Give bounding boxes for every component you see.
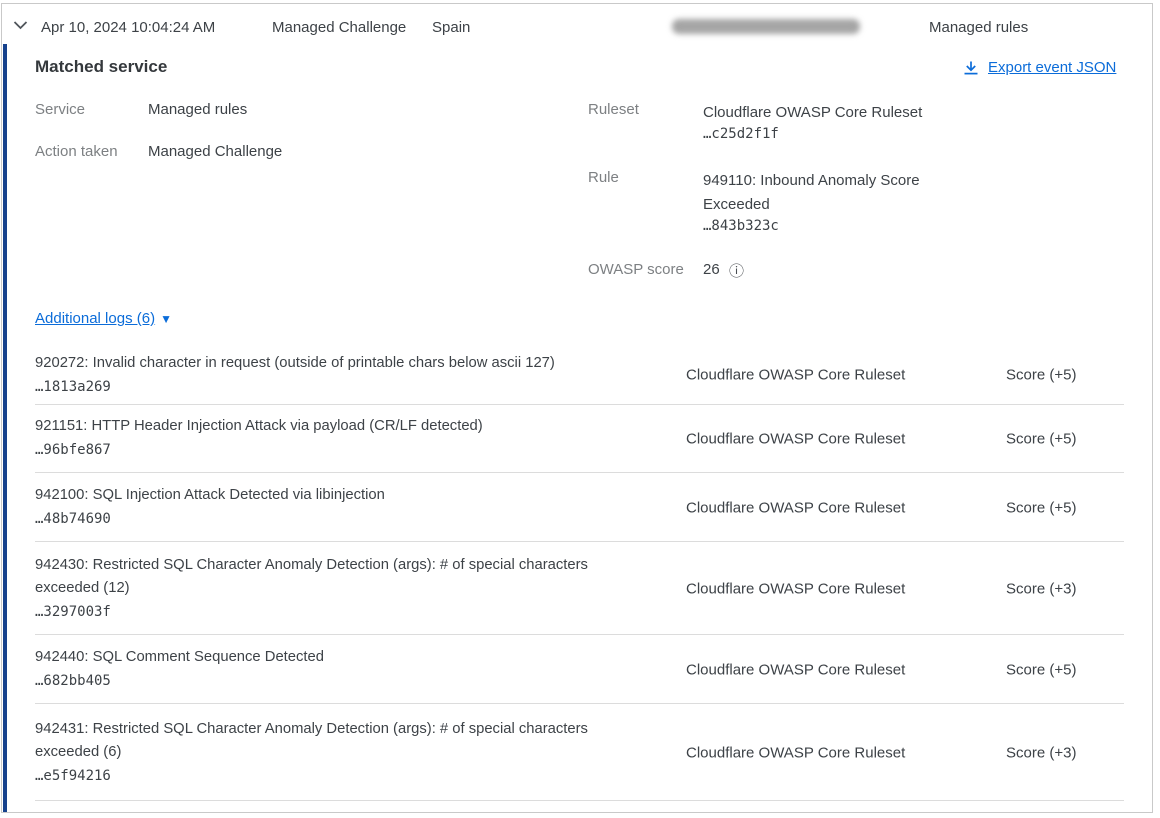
ruleset-id: …c25d2f1f [703,126,779,142]
action-taken-label: Action taken [35,143,118,160]
log-row: 942100: SQL Injection Attack Detected vi… [35,474,1124,542]
event-action: Managed Challenge [272,19,406,36]
log-ruleset-name: Cloudflare OWASP Core Ruleset [686,499,905,516]
log-rule-description: 942100: SQL Injection Attack Detected vi… [35,484,625,507]
log-description-block: 942100: SQL Injection Attack Detected vi… [35,484,625,531]
log-row: 942430: Restricted SQL Character Anomaly… [35,543,1124,635]
log-rule-description: 942431: Restricted SQL Character Anomaly… [35,718,625,764]
event-service: Managed rules [929,19,1028,36]
log-description-block: 942440: SQL Comment Sequence Detected …6… [35,646,625,693]
log-rule-description: 942430: Restricted SQL Character Anomaly… [35,554,625,600]
log-description-block: 920272: Invalid character in request (ou… [35,352,625,399]
log-ruleset-name: Cloudflare OWASP Core Ruleset [686,661,905,678]
log-rule-id: …e5f94216 [35,764,625,788]
event-timestamp: Apr 10, 2024 10:04:24 AM [41,19,215,36]
log-row: 942440: SQL Comment Sequence Detected …6… [35,636,1124,704]
ruleset-name: Cloudflare OWASP Core Ruleset [703,101,938,125]
additional-logs-label: Additional logs (6) [35,310,155,327]
export-event-json-label: Export event JSON [988,59,1116,76]
log-rule-description: 942440: SQL Comment Sequence Detected [35,646,625,669]
service-value: Managed rules [148,101,247,118]
log-description-block: 942431: Restricted SQL Character Anomaly… [35,718,625,788]
ruleset-label: Ruleset [588,101,639,118]
owasp-score-value: 26 [703,261,720,278]
log-score: Score (+5) [1006,367,1076,384]
log-ruleset-name: Cloudflare OWASP Core Ruleset [686,580,905,597]
export-event-json-link[interactable]: Export event JSON [963,59,1116,76]
service-label: Service [35,101,85,118]
expanded-row-accent-bar [3,44,7,812]
log-score: Score (+5) [1006,499,1076,516]
log-rule-description: 920272: Invalid character in request (ou… [35,352,625,375]
log-row: 920272: Invalid character in request (ou… [35,346,1124,405]
matched-service-title: Matched service [35,57,167,77]
log-score: Score (+3) [1006,744,1076,761]
log-rule-id: …3297003f [35,600,625,624]
log-row: 921151: HTTP Header Injection Attack via… [35,405,1124,473]
redacted-host-value [672,19,860,34]
log-ruleset-name: Cloudflare OWASP Core Ruleset [686,430,905,447]
log-score: Score (+5) [1006,430,1076,447]
additional-logs-toggle[interactable]: Additional logs (6) ▼ [35,310,172,327]
log-rule-id: …48b74690 [35,507,625,531]
rule-id: …843b323c [703,218,779,234]
log-score: Score (+5) [1006,661,1076,678]
event-country: Spain [432,19,470,36]
log-ruleset-name: Cloudflare OWASP Core Ruleset [686,744,905,761]
rule-name: 949110: Inbound Anomaly Score Exceeded [703,169,938,217]
log-rule-id: …682bb405 [35,669,625,693]
owasp-score-label: OWASP score [588,261,684,278]
log-description-block: 942430: Restricted SQL Character Anomaly… [35,554,625,624]
log-description-block: 921151: HTTP Header Injection Attack via… [35,415,625,462]
log-ruleset-name: Cloudflare OWASP Core Ruleset [686,367,905,384]
log-rule-id: …1813a269 [35,375,625,399]
chevron-down-icon[interactable] [13,20,28,30]
log-rule-id: …96bfe867 [35,438,625,462]
caret-down-icon: ▼ [160,312,172,326]
info-icon[interactable]: ⓘ [729,260,744,281]
log-rule-description: 921151: HTTP Header Injection Attack via… [35,415,625,438]
rule-label: Rule [588,169,619,186]
action-taken-value: Managed Challenge [148,143,282,160]
log-score: Score (+3) [1006,580,1076,597]
download-icon [963,60,979,76]
log-row: 942431: Restricted SQL Character Anomaly… [35,705,1124,801]
